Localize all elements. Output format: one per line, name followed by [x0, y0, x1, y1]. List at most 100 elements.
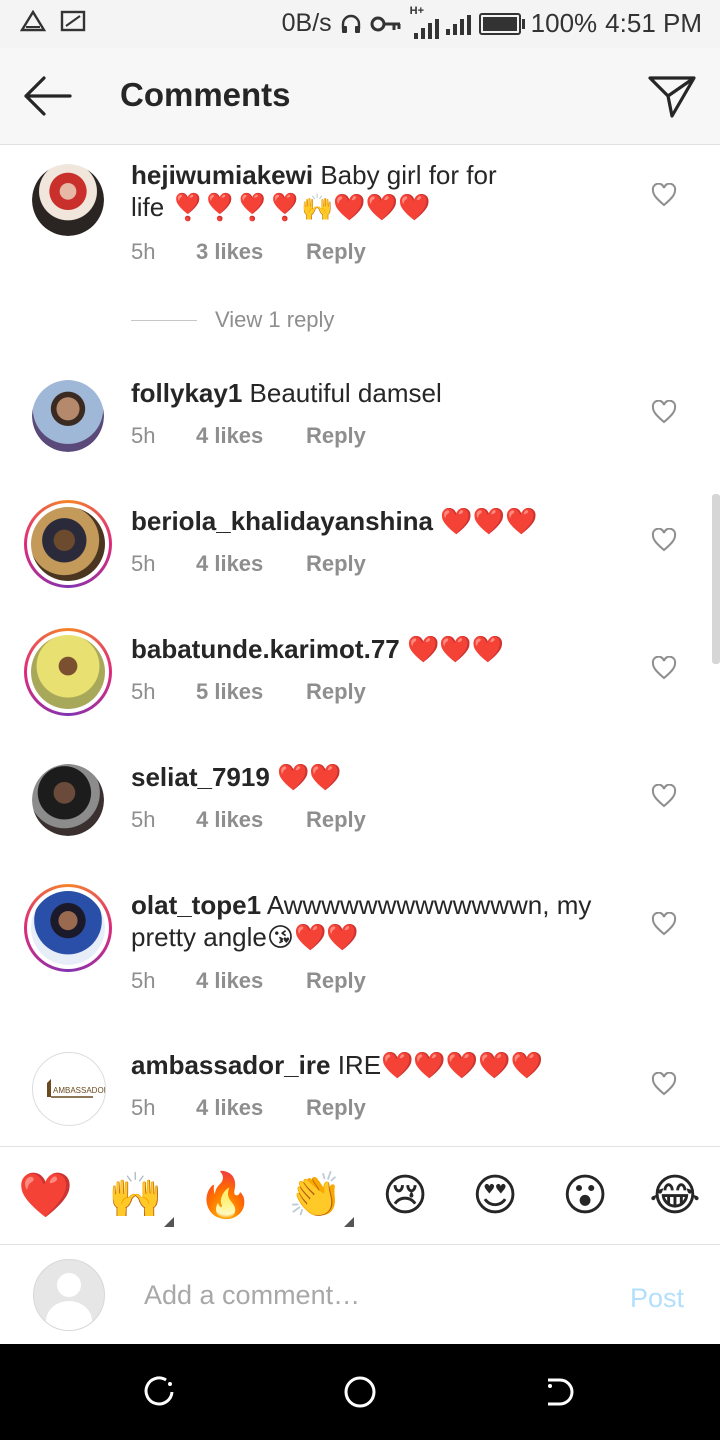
comment-likes[interactable]: 4 likes [196, 551, 306, 577]
status-right: 0B/s H+ 100% 4:51 PM [281, 5, 702, 39]
comment-text: seliat_7919 ❤️❤️ [131, 761, 631, 793]
comment-time: 5h [131, 1095, 156, 1120]
comment-likes[interactable]: 4 likes [196, 1095, 306, 1121]
avatar-with-story-ring[interactable] [24, 628, 112, 716]
avatar[interactable] [32, 164, 104, 236]
reply-button[interactable]: Reply [306, 968, 366, 994]
comment-meta: 5h 4 likes Reply [131, 423, 366, 449]
view-replies-divider [131, 319, 197, 321]
heart-outline-icon[interactable] [651, 528, 677, 552]
comment-likes[interactable]: 4 likes [196, 423, 306, 449]
comment-body-line2: life ❣️❣️❣️❣️🙌❤️❤️❤️ [131, 192, 431, 222]
reply-button[interactable]: Reply [306, 1095, 366, 1121]
comment-meta: 5h 4 likes Reply [131, 1095, 366, 1121]
comment-meta: 5h 4 likes Reply [131, 807, 366, 833]
paper-plane-icon[interactable] [646, 70, 698, 122]
back-nav-icon[interactable] [540, 1374, 580, 1410]
comments-list[interactable]: hejiwumiakewi Baby girl for for life ❣️❣… [0, 145, 720, 1145]
comment-username[interactable]: follykay1 [131, 378, 242, 408]
heart-outline-icon[interactable] [651, 912, 677, 936]
avatar-with-story-ring[interactable] [24, 884, 112, 972]
emoji-heart-eyes-button[interactable]: 😍 [468, 1169, 522, 1223]
comment-meta: 5h 4 likes Reply [131, 551, 366, 577]
emoji-heart-button[interactable]: ❤️ [18, 1169, 73, 1223]
network-speed: 0B/s [281, 9, 332, 37]
emoji-crying-button[interactable]: 😢 [378, 1169, 432, 1223]
comment-text: olat_tope1 Awwwwwwwwwwwwwn, my pretty an… [131, 889, 631, 953]
network-type: H+ [409, 4, 425, 17]
app-header: Comments [0, 48, 720, 145]
reply-button[interactable]: Reply [306, 239, 366, 265]
post-button[interactable]: Post [630, 1283, 684, 1314]
comment-username[interactable]: olat_tope1 [131, 890, 261, 920]
avatar[interactable] [32, 764, 104, 836]
headphones-icon [341, 14, 360, 33]
reply-button[interactable]: Reply [306, 679, 366, 705]
comment-time: 5h [131, 551, 156, 576]
emoji-raised-hands: 🙌 [108, 1171, 163, 1220]
heart-outline-icon[interactable] [651, 1072, 677, 1096]
comment-username[interactable]: babatunde.karimot.77 [131, 634, 400, 664]
emoji-clapping-button[interactable]: 👏 [288, 1169, 354, 1227]
comment-meta: 5h 5 likes Reply [131, 679, 366, 705]
recent-apps-icon[interactable] [140, 1374, 180, 1410]
comment-username[interactable]: ambassador_ire [131, 1050, 330, 1080]
clock: 4:51 PM [605, 8, 702, 38]
reply-button[interactable]: Reply [306, 551, 366, 577]
ambassador-logo: AMBASSADOR [47, 1079, 105, 1098]
comment-likes[interactable]: 4 likes [196, 968, 306, 994]
emoji-quick-bar: ❤️ 🙌 🔥 👏 😢 😍 😮 😂 [0, 1146, 720, 1245]
warning-icon [20, 10, 46, 32]
comment-likes[interactable]: 3 likes [196, 239, 306, 265]
emoji-fire-button[interactable]: 🔥 [198, 1169, 253, 1223]
signal-hplus: H+ [410, 5, 439, 39]
comment-time: 5h [131, 807, 156, 832]
comment-time: 5h [131, 423, 156, 448]
view-replies-button[interactable]: View 1 reply [131, 307, 334, 333]
emoji-laughing-button[interactable]: 😂 [648, 1169, 702, 1223]
scrollbar[interactable] [712, 494, 720, 664]
comment-likes[interactable]: 5 likes [196, 679, 306, 705]
system-nav-bar [0, 1344, 720, 1440]
status-left-icons [20, 10, 86, 32]
add-comment-input[interactable] [144, 1275, 584, 1315]
heart-outline-icon[interactable] [651, 784, 677, 808]
skin-tone-indicator-icon [344, 1217, 354, 1227]
emoji-clapping: 👏 [288, 1171, 343, 1220]
comment-body: ❤️❤️ [277, 762, 342, 792]
avatar-with-story-ring[interactable] [24, 500, 112, 588]
comment-body: ❤️❤️❤️ [440, 506, 538, 536]
back-arrow-icon[interactable] [22, 74, 74, 118]
reply-button[interactable]: Reply [306, 807, 366, 833]
comment-text: ambassador_ire IRE❤️❤️❤️❤️❤️ [131, 1049, 631, 1081]
comment-likes[interactable]: 4 likes [196, 807, 306, 833]
comment-username[interactable]: hejiwumiakewi [131, 160, 313, 190]
heart-outline-icon[interactable] [651, 183, 677, 207]
heart-outline-icon[interactable] [651, 656, 677, 680]
vpn-key-icon [370, 16, 401, 31]
user-avatar [33, 1259, 105, 1331]
home-icon[interactable] [340, 1374, 380, 1410]
emoji-raised-hands-button[interactable]: 🙌 [108, 1169, 174, 1227]
comment-meta: 5h 3 likes Reply [131, 239, 366, 265]
comment-body-line1: Baby girl for for [320, 160, 497, 190]
comment-meta: 5h 4 likes Reply [131, 968, 366, 994]
comment-username[interactable]: seliat_7919 [131, 762, 270, 792]
comment-body: Beautiful damsel [249, 378, 442, 408]
signal-bars-1-icon [413, 17, 439, 39]
comment-body: IRE❤️❤️❤️❤️❤️ [337, 1050, 543, 1080]
avatar[interactable] [32, 380, 104, 452]
heart-outline-icon[interactable] [651, 400, 677, 424]
page-title: Comments [120, 76, 291, 113]
battery-level: 100% [530, 8, 598, 38]
screenshot-icon [60, 10, 86, 32]
comment-body: ❤️❤️❤️ [406, 634, 505, 664]
comment-username[interactable]: beriola_khalidayanshina [131, 506, 433, 536]
comment-text: hejiwumiakewi Baby girl for for life ❣️❣… [131, 159, 631, 223]
ambassador-logo-text: AMBASSADOR [53, 1086, 105, 1095]
avatar[interactable]: AMBASSADOR [32, 1052, 106, 1126]
comment-body-line1: Awwwwwwwwwwwwwn, my [266, 890, 592, 920]
emoji-surprised-button[interactable]: 😮 [558, 1169, 612, 1223]
reply-button[interactable]: Reply [306, 423, 366, 449]
comment-time: 5h [131, 679, 156, 704]
